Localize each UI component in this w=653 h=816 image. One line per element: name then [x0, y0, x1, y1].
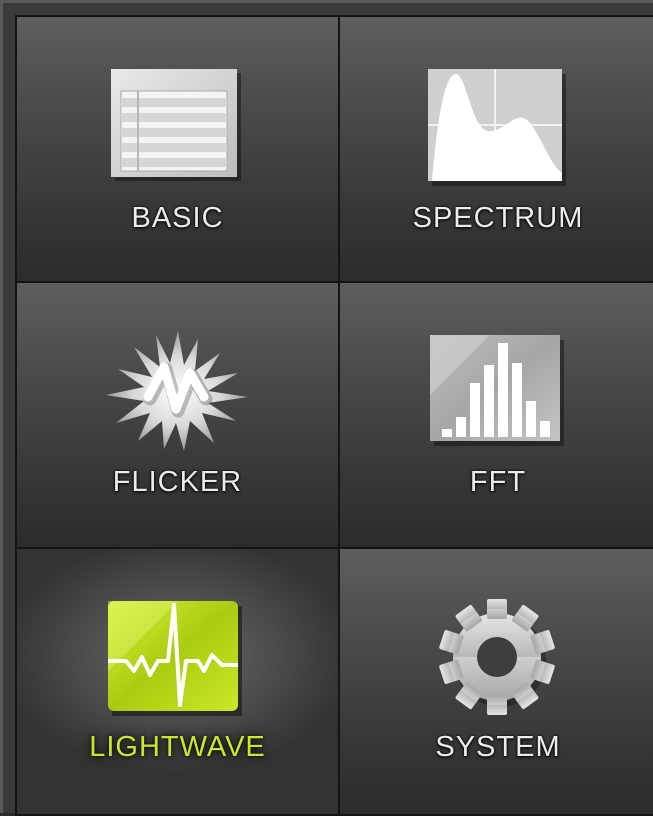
spectrum-graph-icon — [428, 69, 568, 194]
tile-basic[interactable]: BASIC — [17, 17, 340, 283]
fft-bars-icon — [430, 335, 566, 454]
flicker-burst-icon — [98, 325, 258, 460]
tile-label: SPECTRUM — [412, 202, 584, 234]
lightwave-pulse-icon — [107, 601, 248, 724]
tile-label: FFT — [469, 466, 527, 498]
tile-label: BASIC — [131, 202, 224, 234]
tile-flicker[interactable]: FLICKER — [17, 283, 340, 549]
gear-icon — [433, 595, 563, 726]
basic-list-icon — [110, 69, 245, 192]
tile-fft[interactable]: FFT — [340, 283, 653, 549]
tile-spectrum[interactable]: SPECTRUM — [340, 17, 653, 283]
tile-label: LIGHTWAVE — [89, 731, 266, 763]
app-frame: BASIC SPECTRUM FLICKER FFT LIGHTWAVE SYS… — [0, 0, 653, 816]
tile-lightwave[interactable]: LIGHTWAVE — [17, 549, 340, 816]
mode-menu-grid: BASIC SPECTRUM FLICKER FFT LIGHTWAVE SYS… — [17, 17, 653, 816]
tile-system[interactable]: SYSTEM — [340, 549, 653, 816]
tile-label: FLICKER — [112, 466, 243, 498]
tile-label: SYSTEM — [435, 731, 561, 763]
